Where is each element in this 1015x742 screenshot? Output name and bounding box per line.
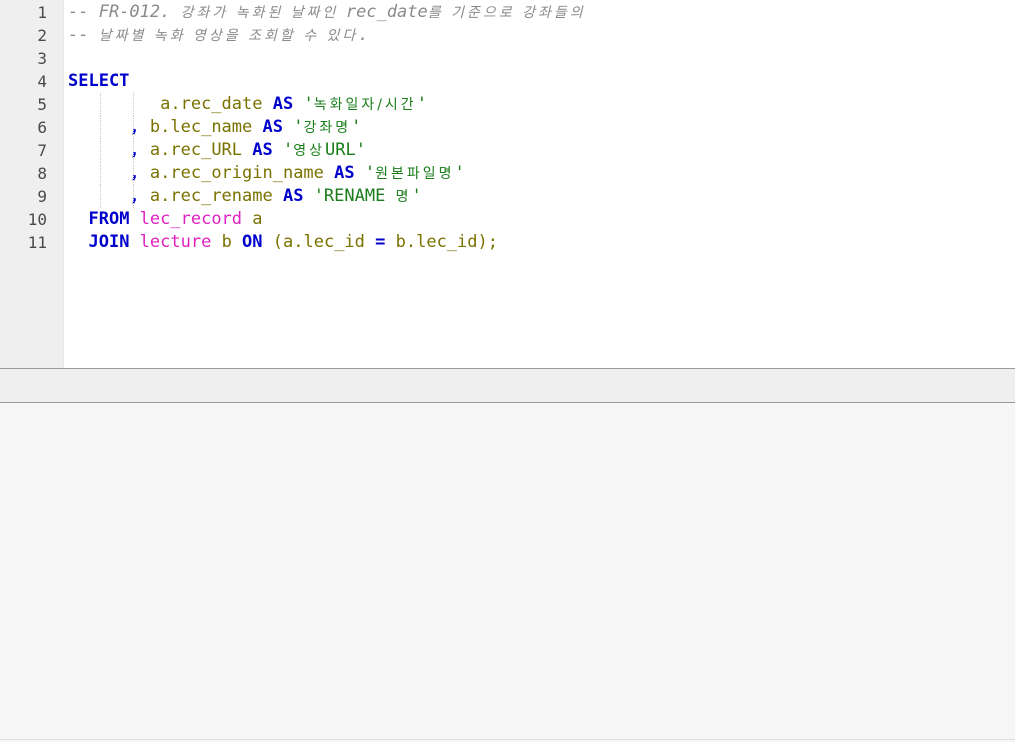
code-line[interactable]: 8 , a.rec_origin_name AS '원본파일명' (0, 162, 1015, 185)
code-token: 'RENAME (313, 186, 396, 206)
code-token: 를 기준으로 강좌들의 (427, 5, 586, 21)
line-number: 5 (37, 95, 47, 114)
code-token: rec_date (345, 2, 428, 22)
code-token: a.lec_id (283, 232, 376, 252)
line-number: 9 (37, 187, 47, 206)
code-text: SELECT (68, 70, 129, 93)
code-text: , a.rec_origin_name AS '원본파일명' (68, 162, 465, 186)
code-token: AS (282, 186, 314, 206)
indent-guide (100, 185, 101, 208)
indent-guide (133, 162, 134, 185)
code-token: ); (477, 232, 498, 252)
panel-divider[interactable] (0, 368, 1015, 403)
code-token: 녹화일자/시간 (313, 97, 417, 113)
code-token: ' (351, 117, 362, 137)
code-token: AS (334, 163, 365, 183)
code-token: lec_record (139, 209, 253, 229)
code-token: AS (262, 117, 294, 137)
code-token: FROM (88, 209, 140, 229)
code-token: 원본파일명 (375, 166, 455, 182)
code-token: 강좌명 (303, 120, 352, 136)
code-line[interactable]: 4 SELECT (0, 70, 1015, 93)
indent-guide (100, 116, 101, 139)
code-token: 강좌가 녹화된 날짜인 (180, 5, 346, 21)
indent-guide (133, 116, 134, 139)
code-token: ' (293, 117, 304, 137)
code-token: URL' (325, 140, 366, 160)
code-line[interactable]: 7 , a.rec_URL AS '영상URL' (0, 139, 1015, 162)
indent-guide (133, 139, 134, 162)
line-number: 10 (27, 210, 47, 229)
code-token: 명 (395, 189, 412, 205)
code-token: AS (252, 140, 283, 160)
code-text: JOIN lecture b ON (a.lec_id = b.lec_id); (68, 231, 498, 254)
code-token: = (375, 232, 396, 252)
code-line[interactable]: 1 -- FR-012. 강좌가 녹화된 날짜인 rec_date를 기준으로 강… (0, 1, 1015, 24)
code-token: SELECT (68, 71, 130, 91)
code-line[interactable]: 11 JOIN lecture b ON (a.lec_id = b.lec_i… (0, 231, 1015, 254)
code-line[interactable]: 9 , a.rec_rename AS 'RENAME 명' (0, 185, 1015, 208)
indent-guide (133, 185, 134, 208)
line-number: 3 (37, 49, 47, 68)
line-number: 11 (27, 233, 47, 252)
code-token: a (252, 209, 263, 229)
indent-guide (133, 93, 134, 116)
code-token: AS (272, 94, 304, 114)
code-token: ' (416, 94, 427, 114)
code-text: , a.rec_URL AS '영상URL' (68, 139, 366, 163)
code-text: a.rec_date AS '녹화일자/시간' (68, 93, 427, 117)
code-line[interactable]: 10 FROM lec_record a (0, 208, 1015, 231)
code-line[interactable]: 5 a.rec_date AS '녹화일자/시간' (0, 93, 1015, 116)
code-token: ' (411, 186, 422, 206)
line-number: 8 (37, 164, 47, 183)
code-token: a.rec_date (160, 94, 273, 114)
code-token: b.lec_id (395, 232, 478, 252)
indent-guide (100, 162, 101, 185)
code-token: ' (454, 163, 465, 183)
code-token: b.lec_name (149, 117, 263, 137)
code-token: a.rec_origin_name (149, 163, 335, 183)
code-text: , a.rec_rename AS 'RENAME 명' (68, 185, 422, 209)
code-token: b (221, 232, 243, 252)
code-token: ( (272, 232, 284, 252)
line-number: 1 (37, 3, 47, 22)
code-token: -- (68, 25, 99, 45)
code-token: -- FR-012. (68, 2, 181, 22)
line-number: 7 (37, 141, 47, 160)
sql-editor[interactable]: 1 -- FR-012. 강좌가 녹화된 날짜인 rec_date를 기준으로 강… (0, 0, 1015, 368)
code-line[interactable]: 6 , b.lec_name AS '강좌명' (0, 116, 1015, 139)
status-divider (0, 739, 1015, 740)
code-text: -- FR-012. 강좌가 녹화된 날짜인 rec_date를 기준으로 강좌… (68, 1, 586, 25)
code-line[interactable]: 3 (0, 47, 1015, 70)
code-token: a.rec_URL (149, 140, 253, 160)
output-panel (0, 403, 1015, 742)
code-token: a.rec_rename (149, 186, 283, 206)
line-number: 6 (37, 118, 47, 137)
code-token: ' (303, 94, 314, 114)
indent-guide (100, 93, 101, 116)
code-token: JOIN (88, 232, 140, 252)
code-token: ON (242, 232, 273, 252)
code-token: . (358, 25, 369, 45)
line-number: 2 (37, 26, 47, 45)
code-text: FROM lec_record a (68, 208, 263, 231)
code-token: lecture (139, 232, 222, 252)
code-text: , b.lec_name AS '강좌명' (68, 116, 361, 140)
code-text: -- 날짜별 녹화 영상을 조회할 수 있다. (68, 24, 369, 48)
indent-guide (100, 139, 101, 162)
code-token: ' (282, 140, 294, 160)
code-token: 날짜별 녹화 영상을 조회할 수 있다 (98, 28, 359, 44)
line-number: 4 (37, 72, 47, 91)
code-token: 영상 (293, 143, 325, 159)
code-line[interactable]: 2 -- 날짜별 녹화 영상을 조회할 수 있다. (0, 24, 1015, 47)
code-token: ' (364, 163, 376, 183)
